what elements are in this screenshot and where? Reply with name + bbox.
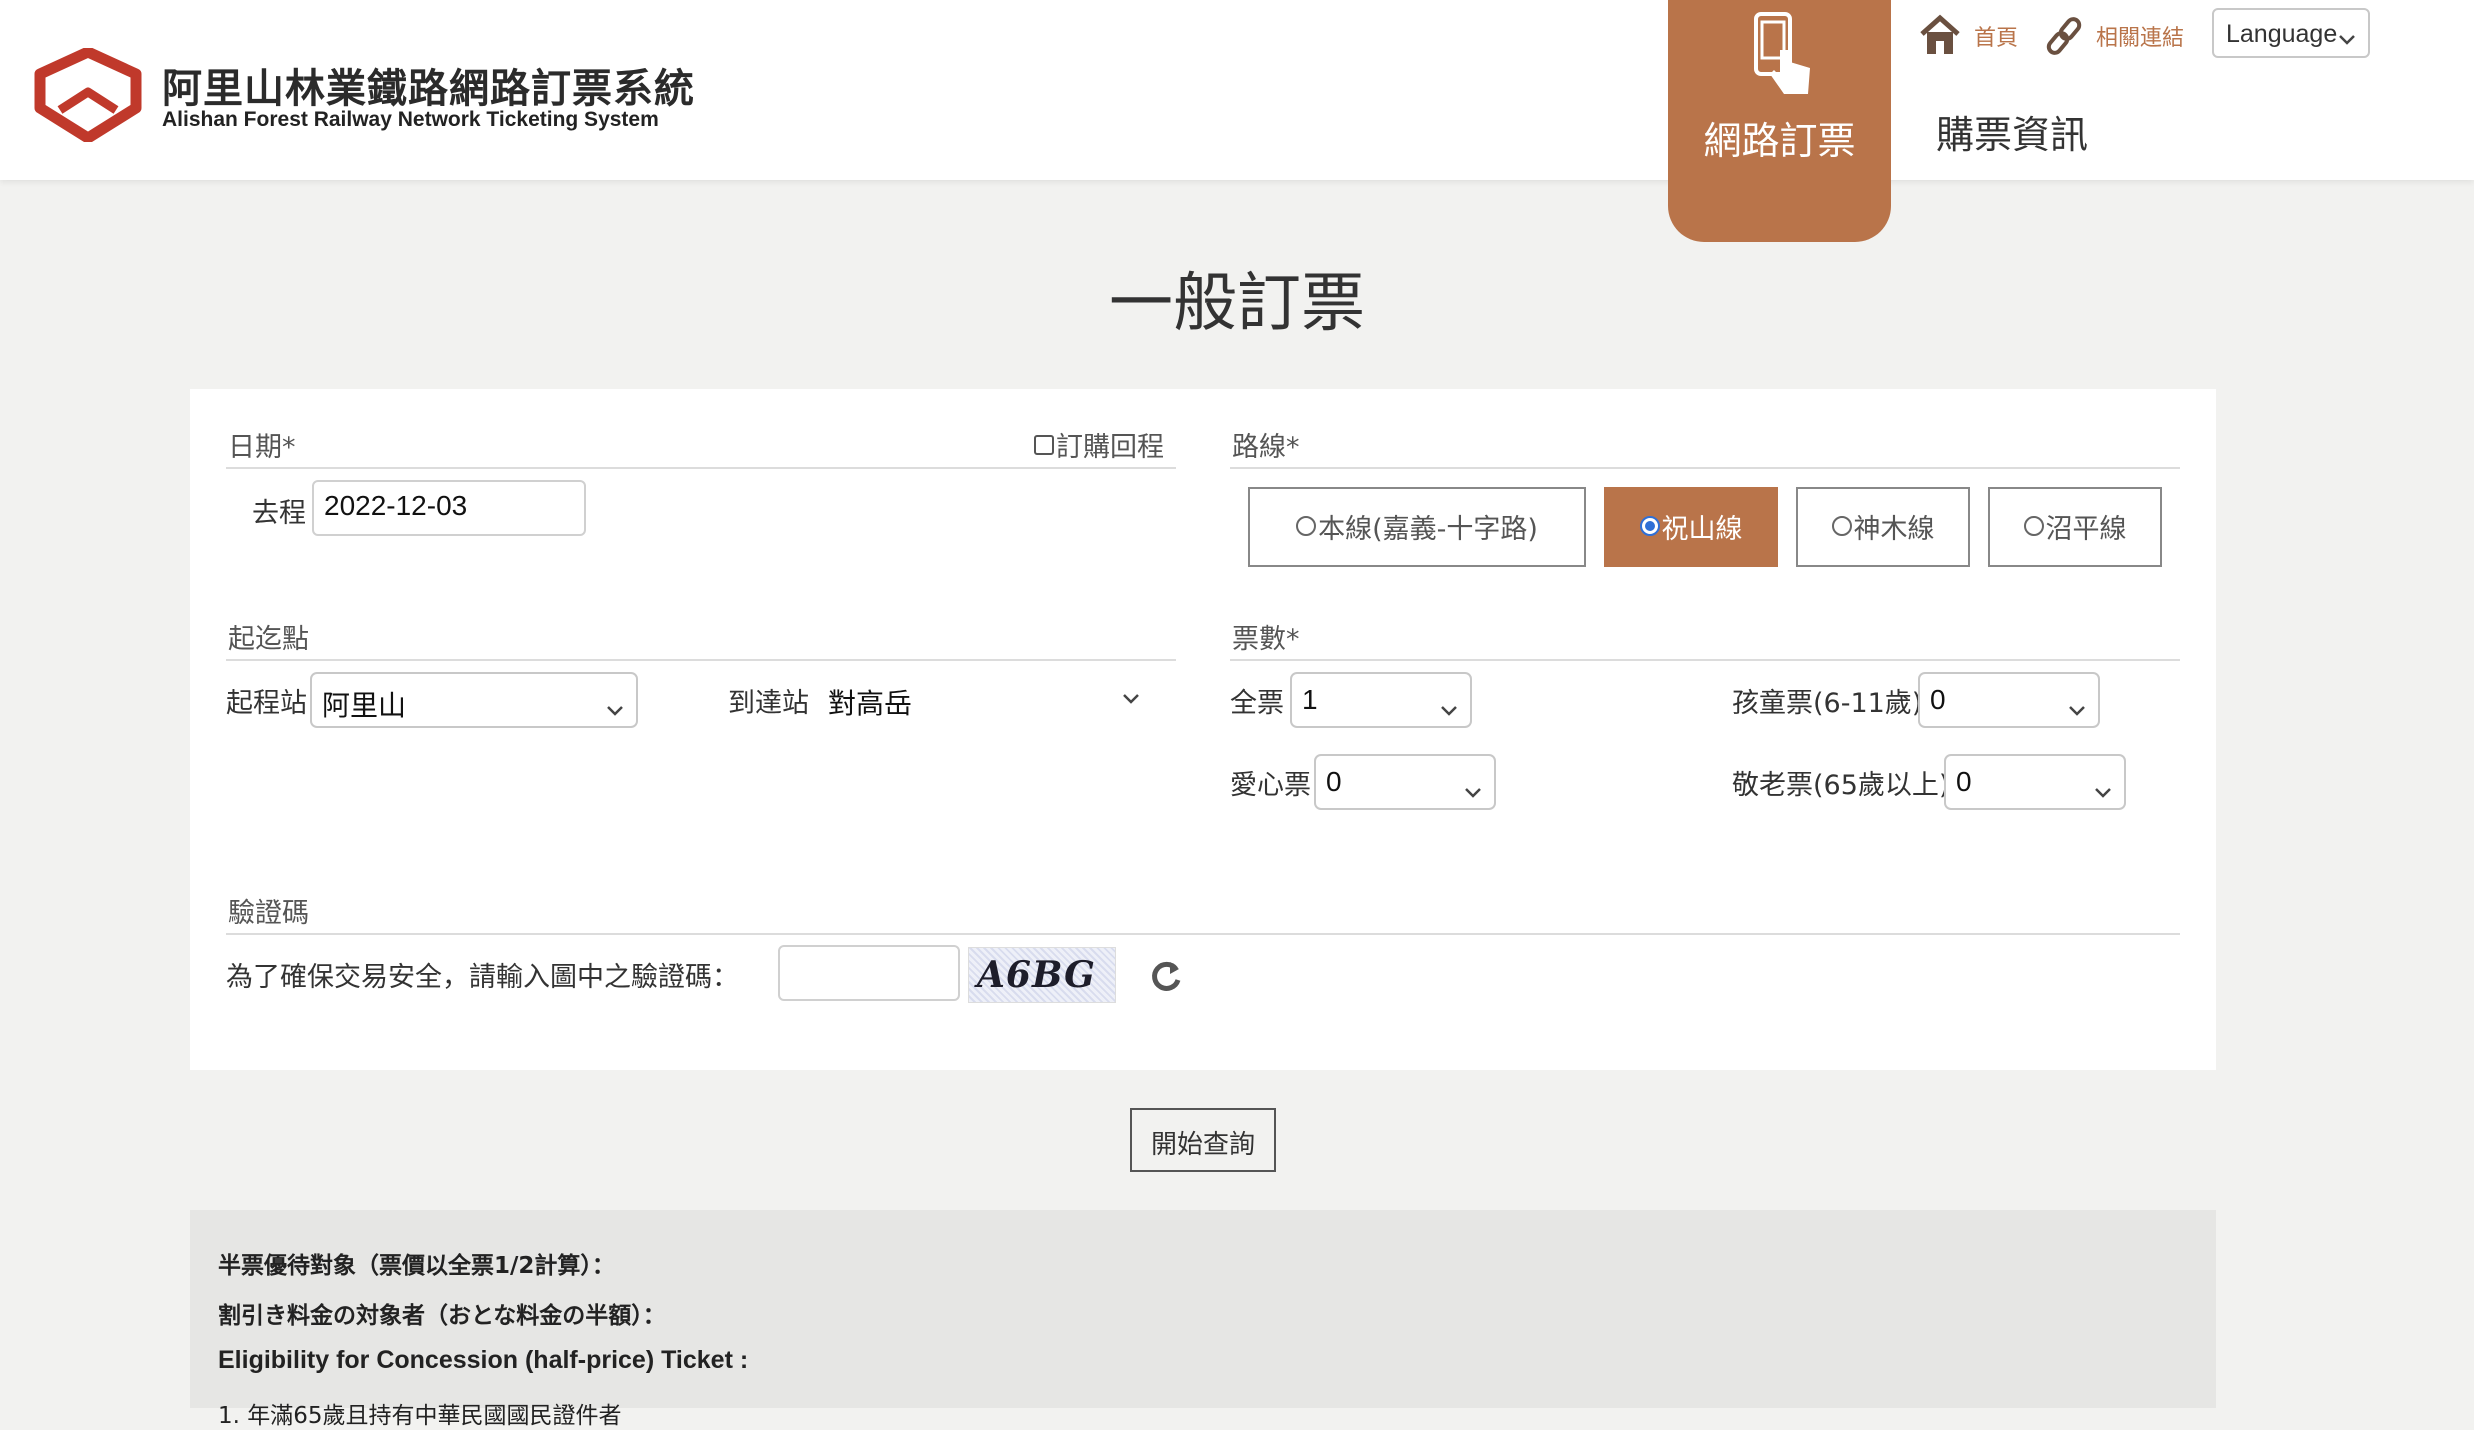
route-section-label: 路線* [1232,432,1300,463]
divider [1230,659,2180,661]
language-select[interactable]: Language [2212,8,2370,58]
care-ticket-label: 愛心票 [1230,770,1311,801]
route-option-main-line[interactable]: 本線(嘉義-十字路) [1248,487,1586,567]
child-ticket-select[interactable]: 0 [1918,672,2100,728]
chevron-down-icon [1122,690,1140,709]
care-ticket-value: 0 [1326,766,1342,797]
child-ticket-value: 0 [1930,684,1946,715]
phone-touch-icon [1750,10,1816,100]
senior-ticket-label: 敬老票(65歲以上) [1732,770,1950,801]
route-option-zhaoping[interactable]: 沼平線 [1988,487,2162,567]
divider [226,467,1176,469]
to-station-select[interactable]: 對高岳 [826,672,1146,728]
child-ticket-label: 孩童票(6-11歲) [1732,688,1923,719]
date-section-label: 日期* [228,432,296,463]
return-trip-checkbox[interactable]: 訂購回程 [1034,425,1164,464]
captcha-prompt: 為了確保交易安全，請輸入圖中之驗證碼： [226,962,739,993]
chevron-down-icon [2338,24,2356,53]
full-ticket-select[interactable]: 1 [1290,672,1472,728]
link-icon[interactable] [2046,16,2084,56]
radio[interactable] [2023,516,2044,536]
tab-online-label: 網路訂票 [1703,119,1856,163]
booking-form: 日期* 訂購回程 去程 2022-12-03 路線* 本線(嘉義-十字路) 祝山… [190,389,2216,1070]
senior-ticket-value: 0 [1956,766,1972,797]
outbound-date-input[interactable]: 2022-12-03 [312,480,586,536]
divider [226,659,1176,661]
radio-selected[interactable] [1639,516,1660,536]
route-option-label: 神木線 [1853,514,1935,545]
radio[interactable] [1831,516,1852,536]
site-subtitle: Alishan Forest Railway Network Ticketing… [162,108,659,131]
ticket-section-label: 票數* [1232,624,1300,655]
note-line: Eligibility for Concession (half-price) … [218,1346,749,1374]
chevron-down-icon [2068,692,2086,724]
from-station-select[interactable]: 阿里山 [310,672,638,728]
checkbox[interactable] [1034,435,1054,455]
to-station-value: 對高岳 [828,687,913,720]
station-section-label: 起迄點 [228,624,309,655]
from-station-label: 起程站 [226,688,307,719]
care-ticket-select[interactable]: 0 [1314,754,1496,810]
captcha-image-text: A6BG [977,954,1096,996]
home-link[interactable]: 首頁 [1974,20,2018,52]
route-option-shenmu[interactable]: 神木線 [1796,487,1970,567]
full-ticket-value: 1 [1302,684,1318,715]
logo-mark[interactable] [34,46,142,144]
language-label: Language [2226,20,2338,48]
full-ticket-label: 全票 [1230,688,1284,719]
divider [1230,467,2180,469]
chevron-down-icon [606,692,624,724]
chevron-down-icon [1464,774,1482,806]
route-option-label: 沼平線 [2045,514,2127,545]
search-button[interactable]: 開始查詢 [1130,1108,1276,1172]
captcha-image: A6BG [968,947,1116,1003]
related-links[interactable]: 相關連結 [2096,20,2184,52]
route-option-zhushan[interactable]: 祝山線 [1604,487,1778,567]
tab-online-booking[interactable]: 網路訂票 [1668,0,1891,242]
to-station-label: 到達站 [728,688,809,719]
note-line: 1. 年滿65歲且持有中華民國國民證件者 [218,1403,622,1429]
outbound-label: 去程 [252,498,306,529]
captcha-section-label: 驗證碼 [228,898,309,929]
route-option-label: 本線(嘉義-十字路) [1318,514,1538,545]
divider [226,933,2180,935]
from-station-value: 阿里山 [322,690,407,721]
chevron-down-icon [1440,692,1458,724]
radio[interactable] [1296,516,1317,536]
return-trip-label: 訂購回程 [1056,432,1164,463]
tab-purchase-info[interactable]: 購票資訊 [1936,104,2088,159]
site-header: 阿里山林業鐵路網路訂票系統 Alishan Forest Railway Net… [0,0,2474,242]
chevron-down-icon [2094,774,2112,806]
note-line: 半票優待對象（票價以全票1/2計算）： [218,1253,615,1279]
senior-ticket-select[interactable]: 0 [1944,754,2126,810]
page-title: 一般訂票 [1109,267,1365,341]
note-line: 割引き料金の対象者（おとな料金の半額）： [218,1303,666,1329]
refresh-icon[interactable] [1148,958,1184,994]
home-icon[interactable] [1918,14,1962,56]
route-option-label: 祝山線 [1661,514,1743,545]
site-title: 阿里山林業鐵路網路訂票系統 [162,66,695,112]
concession-notes: 半票優待對象（票價以全票1/2計算）： 割引き料金の対象者（おとな料金の半額）：… [190,1210,2216,1429]
captcha-input[interactable] [778,945,960,1001]
